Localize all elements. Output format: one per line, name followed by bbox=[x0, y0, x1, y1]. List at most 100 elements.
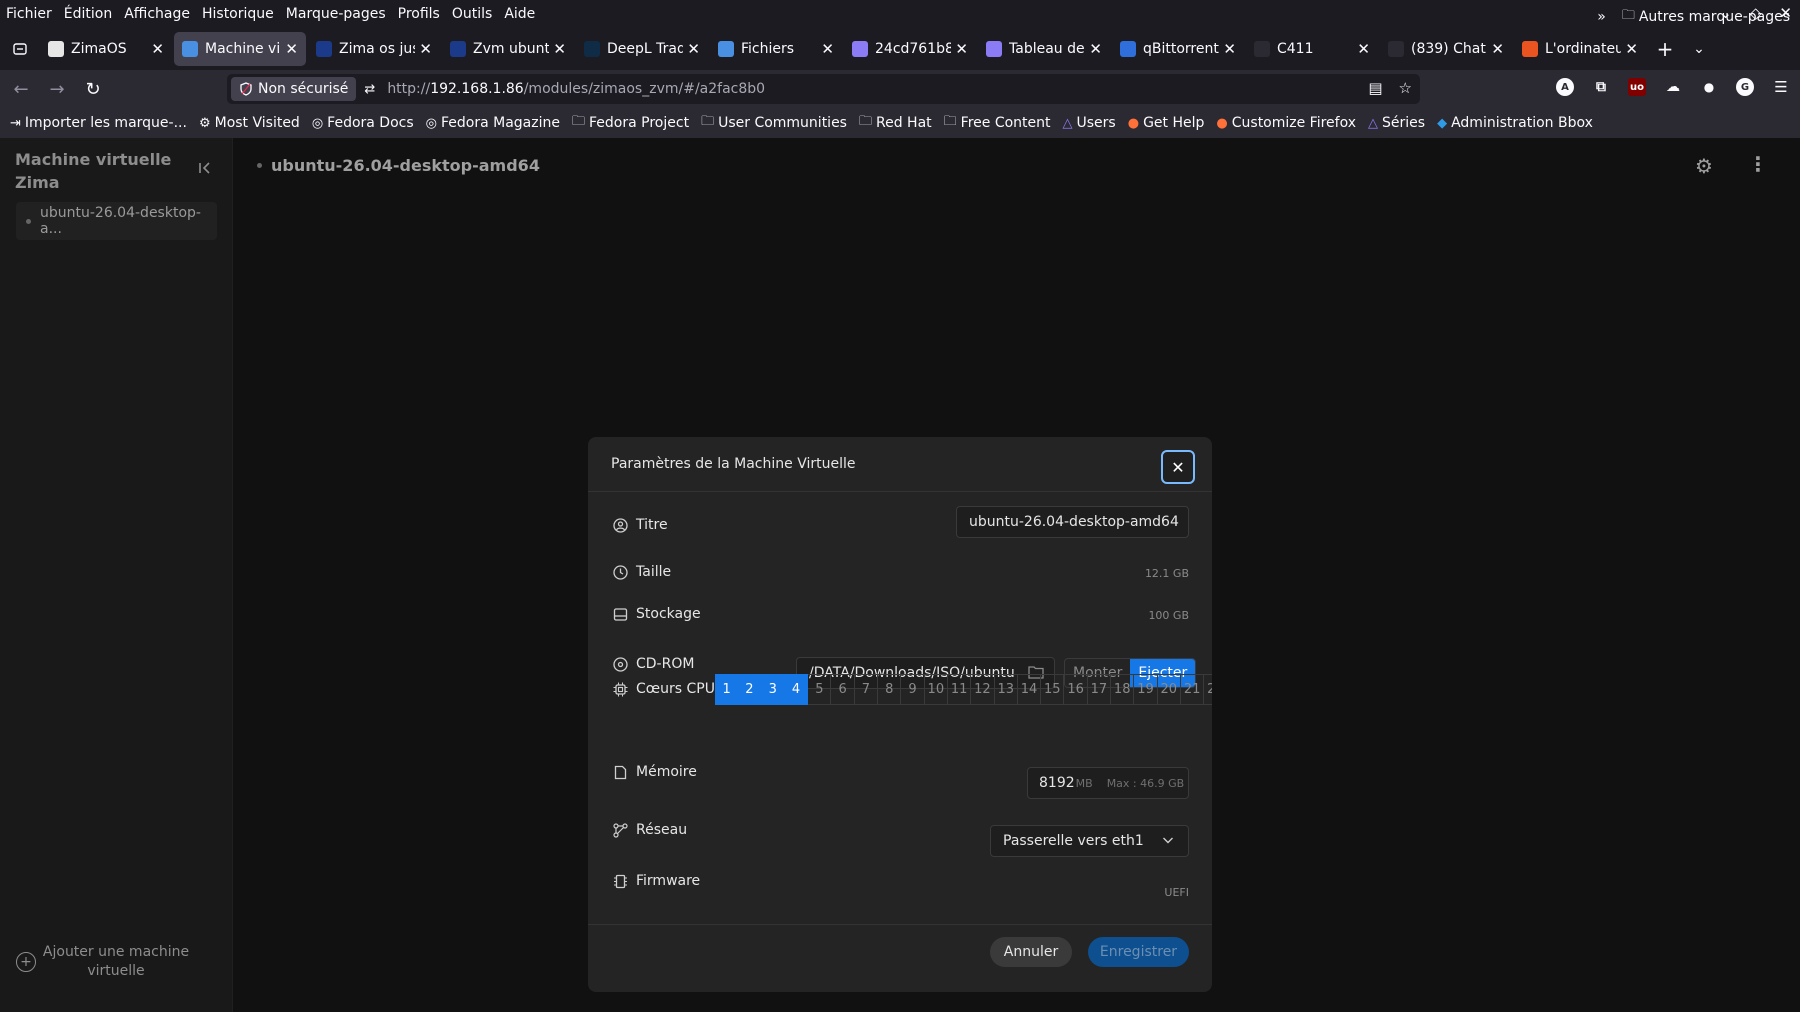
browser-tab[interactable]: C411 ✕ bbox=[1246, 32, 1378, 66]
cpu-core-option[interactable]: 6 bbox=[831, 674, 855, 705]
sidebar-item-vm[interactable]: ubuntu-26.04-desktop-a... bbox=[16, 202, 217, 240]
close-tab-icon[interactable]: ✕ bbox=[285, 40, 298, 58]
cpu-core-option[interactable]: 11 bbox=[947, 674, 972, 705]
cpu-core-option[interactable]: 1 bbox=[715, 674, 739, 705]
gear-icon[interactable]: ⚙ bbox=[1695, 154, 1713, 178]
grammarly-icon[interactable]: G bbox=[1736, 78, 1754, 96]
bookmark-item[interactable]: ◎ Fedora Magazine bbox=[426, 115, 560, 131]
browser-tab[interactable]: 24cd761b870✕ bbox=[844, 32, 976, 66]
bookmark-item[interactable]: ⇥ Importer les marque-... bbox=[10, 115, 187, 131]
collapse-sidebar-icon[interactable] bbox=[198, 160, 212, 179]
browser-tab[interactable]: Zima os just s✕ bbox=[308, 32, 440, 66]
cpu-core-option[interactable]: 2 bbox=[738, 674, 762, 705]
circle-icon[interactable]: ● bbox=[1700, 78, 1718, 96]
bookmark-item[interactable]: 🗀 Free Content bbox=[944, 112, 1051, 134]
menu-item[interactable]: Marque-pages bbox=[280, 6, 392, 22]
save-button[interactable]: Enregistrer bbox=[1088, 937, 1189, 967]
bookmark-item[interactable]: 🗀 Red Hat bbox=[859, 112, 932, 134]
close-tab-icon[interactable]: ✕ bbox=[1491, 40, 1504, 58]
reader-view-icon[interactable]: ▤ bbox=[1368, 79, 1382, 97]
cpu-core-option[interactable]: 10 bbox=[924, 674, 948, 705]
cpu-core-option[interactable]: 7 bbox=[854, 674, 879, 705]
close-tab-icon[interactable]: ✕ bbox=[955, 40, 968, 58]
bookmark-item[interactable]: ⚙ Most Visited bbox=[199, 115, 300, 131]
browser-tab[interactable]: (839) Chat ✕ bbox=[1380, 32, 1512, 66]
list-all-tabs-icon[interactable] bbox=[0, 28, 40, 70]
browser-tab[interactable]: qBittorrent v5✕ bbox=[1112, 32, 1244, 66]
close-tab-icon[interactable]: ✕ bbox=[687, 40, 700, 58]
bookmark-item[interactable]: 🗀 Fedora Project bbox=[572, 112, 689, 134]
bookmark-item[interactable]: ◆ Administration Bbox bbox=[1437, 115, 1593, 131]
close-tab-icon[interactable]: ✕ bbox=[553, 40, 566, 58]
chevron-more-icon[interactable]: » bbox=[1597, 9, 1606, 25]
cpu-core-option[interactable]: 9 bbox=[901, 674, 925, 705]
titre-input[interactable]: ubuntu-26.04-desktop-amd64 bbox=[956, 506, 1189, 538]
add-vm-button[interactable]: + Ajouter une machine virtuelle bbox=[16, 942, 217, 982]
cloud-icon[interactable]: ☁ bbox=[1664, 78, 1682, 96]
permissions-icon[interactable]: ⇄ bbox=[364, 82, 375, 97]
bookmark-item[interactable]: △ Séries bbox=[1368, 115, 1425, 131]
account-icon[interactable]: A bbox=[1556, 78, 1574, 96]
cpu-core-option[interactable]: 13 bbox=[994, 674, 1018, 705]
back-icon[interactable]: ← bbox=[6, 74, 36, 104]
more-options-icon[interactable]: ⋮ bbox=[1748, 152, 1768, 176]
close-tab-icon[interactable]: ✕ bbox=[1089, 40, 1102, 58]
browser-tab[interactable]: Machine virtuelle✕ bbox=[174, 32, 306, 66]
bookmark-item[interactable]: ◎ Fedora Docs bbox=[312, 115, 414, 131]
close-tab-icon[interactable]: ✕ bbox=[821, 40, 834, 58]
browser-tab[interactable]: ZimaOS ✕ bbox=[40, 32, 172, 66]
url-bar[interactable]: Non sécurisé ⇄ http://192.168.1.86/modul… bbox=[227, 74, 1420, 104]
menu-item[interactable]: Profils bbox=[392, 6, 446, 22]
cpu-core-option[interactable]: 3 bbox=[761, 674, 785, 705]
cpu-core-option[interactable]: 20 bbox=[1157, 674, 1181, 705]
cpu-core-option[interactable]: 17 bbox=[1087, 674, 1112, 705]
reseau-row: Réseau bbox=[612, 822, 687, 838]
menu-item[interactable]: Aide bbox=[498, 6, 541, 22]
cpu-core-option[interactable]: 22 bbox=[1204, 674, 1212, 705]
close-tab-icon[interactable]: ✕ bbox=[1625, 40, 1638, 58]
close-dialog-button[interactable]: ✕ bbox=[1161, 450, 1195, 484]
browser-tab[interactable]: DeepL Traduc✕ bbox=[576, 32, 708, 66]
cpu-core-option[interactable]: 15 bbox=[1041, 674, 1065, 705]
new-tab-icon[interactable]: + bbox=[1648, 37, 1682, 61]
close-tab-icon[interactable]: ✕ bbox=[1223, 40, 1236, 58]
bookmark-star-icon[interactable]: ☆ bbox=[1399, 79, 1412, 97]
cpu-core-option[interactable]: 16 bbox=[1064, 674, 1088, 705]
cpu-core-option[interactable]: 8 bbox=[878, 674, 902, 705]
cancel-button[interactable]: Annuler bbox=[990, 937, 1072, 967]
cpu-core-option[interactable]: 5 bbox=[808, 674, 832, 705]
menu-item[interactable]: Historique bbox=[196, 6, 280, 22]
browser-tab[interactable]: Tableau de bo✕ bbox=[978, 32, 1110, 66]
browser-tab[interactable]: L'ordinateur n✕ bbox=[1514, 32, 1646, 66]
extensions-icon[interactable]: ⧉ bbox=[1592, 78, 1610, 96]
cpu-core-option[interactable]: 4 bbox=[784, 674, 809, 705]
reload-icon[interactable]: ↻ bbox=[78, 74, 108, 104]
menu-icon[interactable]: ☰ bbox=[1772, 78, 1790, 96]
bookmark-item[interactable]: ● Customize Firefox bbox=[1216, 115, 1356, 131]
cpu-core-option[interactable]: 18 bbox=[1111, 674, 1135, 705]
bookmark-item[interactable]: 🗀 User Communities bbox=[701, 112, 847, 134]
menu-item[interactable]: Édition bbox=[58, 6, 118, 22]
cpu-core-option[interactable]: 21 bbox=[1180, 674, 1205, 705]
menu-item[interactable]: Affichage bbox=[118, 6, 196, 22]
close-tab-icon[interactable]: ✕ bbox=[419, 40, 432, 58]
bookmark-item[interactable]: △ Users bbox=[1063, 115, 1116, 131]
cpu-core-option[interactable]: 19 bbox=[1134, 674, 1158, 705]
menu-item[interactable]: Fichier bbox=[0, 6, 58, 22]
tab-overflow-icon[interactable]: ⌄ bbox=[1682, 41, 1716, 57]
memoire-input[interactable]: 8192 MB Max : 46.9 GB bbox=[1027, 767, 1189, 799]
menu-item[interactable]: Outils bbox=[446, 6, 498, 22]
close-tab-icon[interactable]: ✕ bbox=[1357, 40, 1370, 58]
bookmark-item[interactable]: ● Get Help bbox=[1128, 115, 1205, 131]
reseau-select[interactable]: Passerelle vers eth1 bbox=[990, 825, 1189, 857]
url-text[interactable]: http://192.168.1.86/modules/zimaos_zvm/#… bbox=[387, 81, 765, 97]
ublock-icon[interactable]: uo bbox=[1628, 78, 1646, 96]
browser-tab[interactable]: Zvm ubuntu 2✕ bbox=[442, 32, 574, 66]
other-bookmarks[interactable]: 🗀 Autres marque-pages bbox=[1622, 6, 1790, 28]
close-tab-icon[interactable]: ✕ bbox=[151, 40, 164, 58]
security-indicator[interactable]: Non sécurisé bbox=[231, 77, 357, 101]
cpu-core-option[interactable]: 12 bbox=[971, 674, 995, 705]
cpu-core-option[interactable]: 14 bbox=[1017, 674, 1042, 705]
browser-tab[interactable]: Fichiers ✕ bbox=[710, 32, 842, 66]
forward-icon[interactable]: → bbox=[42, 74, 72, 104]
